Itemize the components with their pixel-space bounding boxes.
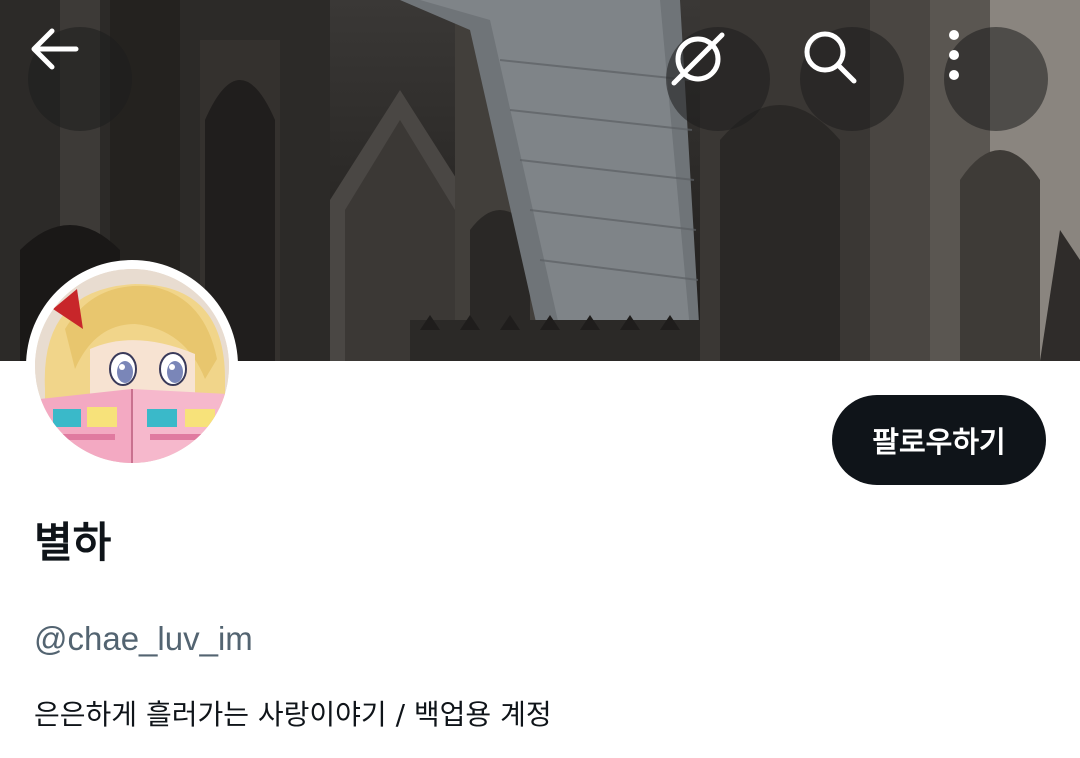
more-vertical-icon [949, 30, 959, 80]
search-button[interactable] [800, 27, 904, 131]
search-icon [804, 31, 857, 84]
arrow-left-icon [31, 28, 79, 70]
follow-button[interactable]: 팔로우하기 [832, 395, 1046, 485]
profile-bio: 은은하게 흘러가는 사랑이야기 / 백업용 계정 [34, 698, 552, 731]
back-button[interactable] [28, 27, 132, 131]
display-name: 별하 [34, 518, 112, 567]
more-button[interactable] [944, 27, 1048, 131]
avatar-image [35, 269, 229, 463]
grok-button[interactable] [666, 27, 770, 131]
avatar[interactable] [26, 260, 238, 472]
grok-icon [671, 32, 725, 86]
user-handle: @chae_luv_im [34, 620, 253, 657]
